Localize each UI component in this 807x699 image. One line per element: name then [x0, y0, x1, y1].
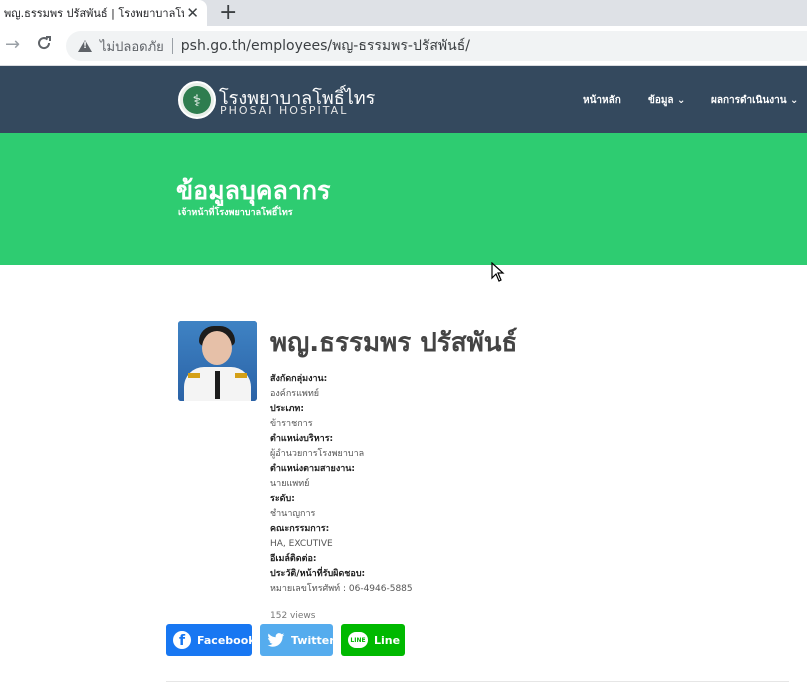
browser-tab[interactable]: พญ.ธรรมพร ปรัสพันธ์ | โรงพยาบาลโพ ✕	[0, 0, 207, 26]
person-name: พญ.ธรรมพร ปรัสพันธ์	[270, 328, 518, 358]
facebook-share-label: Facebook	[197, 633, 256, 647]
field-value-responsibility: หมายเลขโทรศัพท์ : 06-4946-5885	[270, 584, 413, 594]
line-share-label: Line	[374, 633, 401, 647]
omnibox[interactable]: ไม่ปลอดภัย psh.go.th/employees/พญ-ธรรมพร…	[66, 31, 807, 61]
site-header: ⚕ โรงพยาบาลโพธิ์ไทร PHOSAI HOSPITAL หน้า…	[0, 66, 807, 133]
field-value-line-position: นายแพทย์	[270, 479, 310, 489]
field-value-committee: HA, EXCUTIVE	[270, 539, 333, 549]
omnibox-separator	[171, 38, 173, 54]
warning-icon[interactable]	[78, 40, 92, 52]
close-icon[interactable]: ✕	[186, 4, 199, 22]
field-label-type: ประเภท:	[270, 404, 304, 414]
twitter-share-label: Twitter	[291, 633, 335, 647]
field-label-line-position: ตำแหน่งตามสายงาน:	[270, 464, 356, 474]
address-bar: → ไม่ปลอดภัย psh.go.th/employees/พญ-ธรรม…	[0, 26, 807, 66]
field-label-email: อีเมล์ติดต่อ:	[270, 554, 317, 564]
facebook-share-button[interactable]: f Facebook	[166, 624, 256, 656]
field-value-level: ชำนาญการ	[270, 509, 316, 519]
view-count: 152 views	[270, 611, 316, 621]
caduceus-icon: ⚕	[183, 86, 211, 114]
field-label-responsibility: ประวัติ/หน้าที่รับผิดชอบ:	[270, 569, 366, 579]
field-label-admin-position: ตำแหน่งบริหาร:	[270, 434, 334, 444]
page-subtitle: เจ้าหน้าที่โรงพยาบาลโพธิ์ไทร	[178, 208, 293, 218]
tab-title: พญ.ธรรมพร ปรัสพันธ์ | โรงพยาบาลโพ	[4, 7, 184, 20]
field-label-level: ระดับ:	[270, 494, 295, 504]
twitter-share-button[interactable]: Twitter	[260, 624, 335, 656]
reload-icon[interactable]	[35, 34, 53, 58]
profile-photo	[178, 321, 257, 401]
field-value-type: ข้าราชการ	[270, 419, 313, 429]
page-banner: ข้อมูลบุคลากร เจ้าหน้าที่โรงพยาบาลโพธิ์ไ…	[0, 133, 807, 265]
logo-icon[interactable]: ⚕	[178, 81, 216, 119]
profile-fields: สังกัดกลุ่มงาน: องค์กรแพทย์ ประเภท: ข้าร…	[270, 372, 670, 597]
url-text[interactable]: psh.go.th/employees/พญ-ธรรมพร-ปรัสพันธ์/	[181, 35, 470, 57]
logo-title-english[interactable]: PHOSAI HOSPITAL	[220, 104, 348, 117]
line-icon: LINE	[348, 632, 368, 648]
browser-tab-bar: พญ.ธรรมพร ปรัสพันธ์ | โรงพยาบาลโพ ✕ +	[0, 0, 807, 26]
nav-performance[interactable]: ผลการดำเนินงาน ⌄	[711, 93, 798, 108]
facebook-icon: f	[173, 631, 191, 649]
back-icon[interactable]: →	[5, 34, 20, 56]
field-label-committee: คณะกรรมการ:	[270, 524, 330, 534]
line-share-button[interactable]: LINE Line	[341, 624, 405, 656]
field-label-department: สังกัดกลุ่มงาน:	[270, 374, 328, 384]
plus-icon[interactable]: +	[219, 1, 237, 25]
nav-home[interactable]: หน้าหลัก	[583, 93, 621, 108]
twitter-icon	[267, 632, 285, 648]
field-value-admin-position: ผู้อำนวยการโรงพยาบาล	[270, 449, 365, 459]
nav-info[interactable]: ข้อมูล ⌄	[648, 93, 685, 108]
field-value-department: องค์กรแพทย์	[270, 389, 320, 399]
insecure-label[interactable]: ไม่ปลอดภัย	[100, 36, 164, 57]
content-divider	[166, 681, 789, 682]
